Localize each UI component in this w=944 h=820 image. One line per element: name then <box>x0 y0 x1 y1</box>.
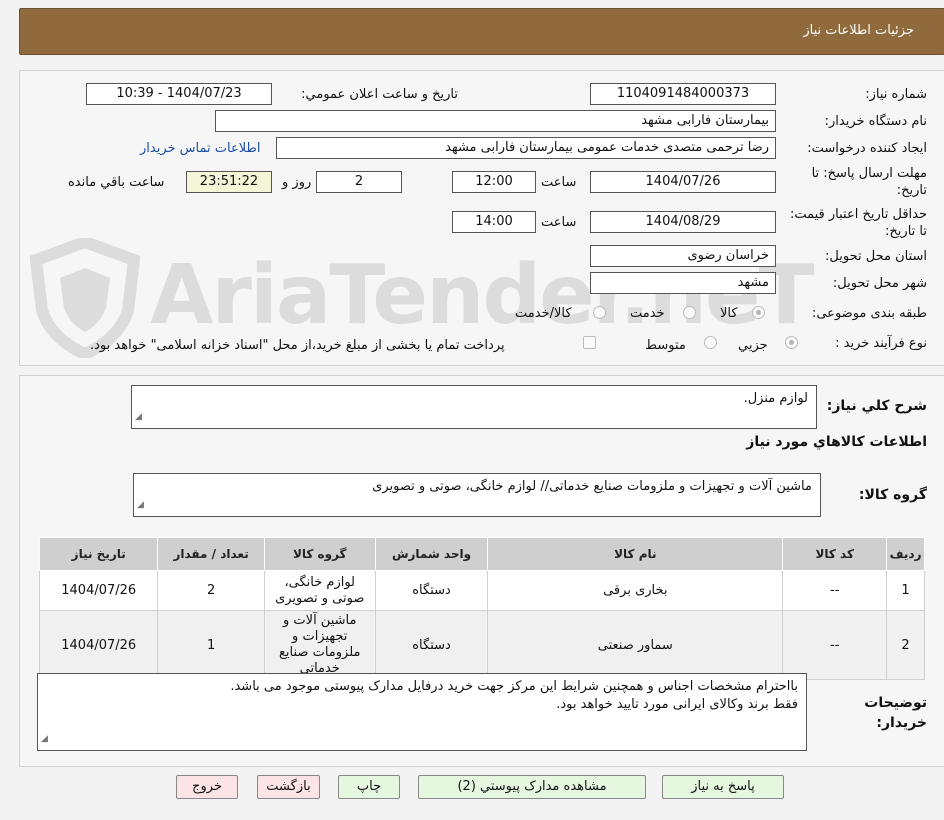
cell-code: -- <box>782 610 888 680</box>
buyer-notes-label: توضیحات خریدار: <box>864 695 927 731</box>
days-field: 2 <box>316 171 402 193</box>
buyer-contact-link[interactable]: اطلاعات تماس خریدار <box>140 141 260 156</box>
buyer-notes-line-2: فقط برند وکالای ایرانی مورد تایید خواهد … <box>556 697 798 712</box>
province-field: خراسان رضوی <box>590 245 776 267</box>
cell-index: 1 <box>886 570 925 611</box>
goods-group-text: ماشین آلات و تجهیزات و ملزومات صنایع خدم… <box>372 479 812 494</box>
buyer-label: نام دستگاه خریدار: <box>824 114 927 129</box>
col-header-index: ردیف <box>886 537 925 571</box>
cell-unit: دستگاه <box>374 610 489 680</box>
back-button[interactable]: بازگشت <box>257 775 320 799</box>
col-header-name: نام کالا <box>487 537 784 571</box>
table-row: 1 -- بخاری برقی دستگاه لوازم خانگی، صوتی… <box>38 570 925 611</box>
process-partial-radio[interactable] <box>785 336 798 349</box>
cell-unit: دستگاه <box>374 570 489 611</box>
cell-name: بخاری برقی <box>487 570 784 611</box>
cell-date: 1404/07/26 <box>38 610 159 680</box>
category-service-label: خدمت <box>630 306 665 321</box>
exit-button[interactable]: خروج <box>176 775 238 799</box>
category-goods-label: کالا <box>720 306 738 321</box>
buyer-field: بیمارستان فارابی مشهد <box>215 110 776 132</box>
reply-button[interactable]: پاسخ به نیاز <box>662 775 784 799</box>
print-button[interactable]: چاپ <box>338 775 400 799</box>
resize-grip-icon: ◢ <box>137 500 144 510</box>
creator-field: رضا ترحمی متصدی خدمات عمومی بیمارستان فا… <box>276 137 776 159</box>
deadline-time-label: ساعت <box>541 175 577 190</box>
goods-table-header: ردیف کد کالا نام کالا واحد شمارش گروه کا… <box>38 537 925 571</box>
category-label: طبقه بندی موضوعی: <box>811 306 927 321</box>
remaining-label: ساعت باقي مانده <box>68 175 165 190</box>
validity-label: حداقل تاریخ اعتبار قیمت: تا تاریخ: <box>789 207 927 239</box>
col-header-unit: واحد شمارش <box>374 537 489 571</box>
province-label: استان محل تحویل: <box>825 249 927 264</box>
summary-text: لوازم منزل. <box>743 391 808 406</box>
category-both-radio[interactable] <box>593 306 606 319</box>
cell-qty: 1 <box>157 610 265 680</box>
category-service-radio[interactable] <box>683 306 696 319</box>
days-label: روز و <box>282 175 312 190</box>
process-medium-radio[interactable] <box>704 336 717 349</box>
treasury-payment-checkbox[interactable] <box>583 336 596 349</box>
validity-time-field: 14:00 <box>452 211 536 233</box>
view-attachments-button[interactable]: مشاهده مدارک پیوستي (2) <box>418 775 646 799</box>
cell-index: 2 <box>886 610 925 680</box>
process-medium-label: متوسط <box>645 338 686 353</box>
summary-label: شرح کلي نیاز: <box>826 398 927 414</box>
announce-field: 1404/07/23 - 10:39 <box>86 83 272 105</box>
process-label: نوع فرآیند خرید : <box>835 336 927 351</box>
creator-label: ایجاد کننده درخواست: <box>807 141 927 156</box>
buyer-notes-textarea[interactable]: بااحترام مشخصات اجناس و همچنین شرایط این… <box>37 673 807 751</box>
resize-grip-icon: ◢ <box>135 412 142 422</box>
resize-grip-icon: ◢ <box>41 734 48 744</box>
cell-name: سماور صنعتی <box>487 610 784 680</box>
city-label: شهر محل تحویل: <box>832 276 927 291</box>
goods-info-title: اطلاعات کالاهاي مورد نیاز <box>746 434 927 450</box>
summary-textarea[interactable]: لوازم منزل. ◢ <box>131 385 817 429</box>
table-row: 2 -- سماور صنعتی دستگاه ماشین آلات و تجه… <box>38 610 925 680</box>
remaining-time-field: 23:51:22 <box>186 171 272 193</box>
category-goods-radio[interactable] <box>752 306 765 319</box>
col-header-group: گروه کالا <box>263 537 376 571</box>
validity-date-field: 1404/08/29 <box>590 211 776 233</box>
buyer-notes-line-1: بااحترام مشخصات اجناس و همچنین شرایط این… <box>230 679 798 694</box>
need-number-field: 1104091484000373 <box>590 83 776 105</box>
category-both-label: کالا/خدمت <box>515 306 572 321</box>
goods-group-textarea[interactable]: ماشین آلات و تجهیزات و ملزومات صنایع خدم… <box>133 473 821 517</box>
goods-table: ردیف کد کالا نام کالا واحد شمارش گروه کا… <box>38 537 925 680</box>
need-number-label: شماره نیاز: <box>865 87 927 102</box>
announce-label: تاریخ و ساعت اعلان عمومي: <box>301 87 458 102</box>
deadline-label: مهلت ارسال پاسخ: تا تاریخ: <box>811 166 927 198</box>
deadline-date-field: 1404/07/26 <box>590 171 776 193</box>
col-header-date: تاریخ نیاز <box>38 537 159 571</box>
goods-group-label: گروه کالا: <box>858 487 927 503</box>
cell-group: ماشین آلات و تجهیزات و ملزومات صنایع خدم… <box>263 610 376 680</box>
validity-time-label: ساعت <box>541 215 577 230</box>
city-field: مشهد <box>590 272 776 294</box>
cell-qty: 2 <box>157 570 265 611</box>
col-header-qty: تعداد / مقدار <box>157 537 265 571</box>
treasury-payment-note: پرداخت تمام یا بخشی از مبلغ خرید،از محل … <box>90 338 505 353</box>
page-title: جزئیات اطلاعات نیاز <box>803 23 914 38</box>
page-header: جزئیات اطلاعات نیاز <box>19 8 944 55</box>
cell-code: -- <box>782 570 888 611</box>
cell-group: لوازم خانگی، صوتی و تصویری <box>263 570 376 611</box>
deadline-time-field: 12:00 <box>452 171 536 193</box>
process-partial-label: جزیي <box>738 338 768 353</box>
cell-date: 1404/07/26 <box>38 570 159 611</box>
col-header-code: کد کالا <box>782 537 888 571</box>
